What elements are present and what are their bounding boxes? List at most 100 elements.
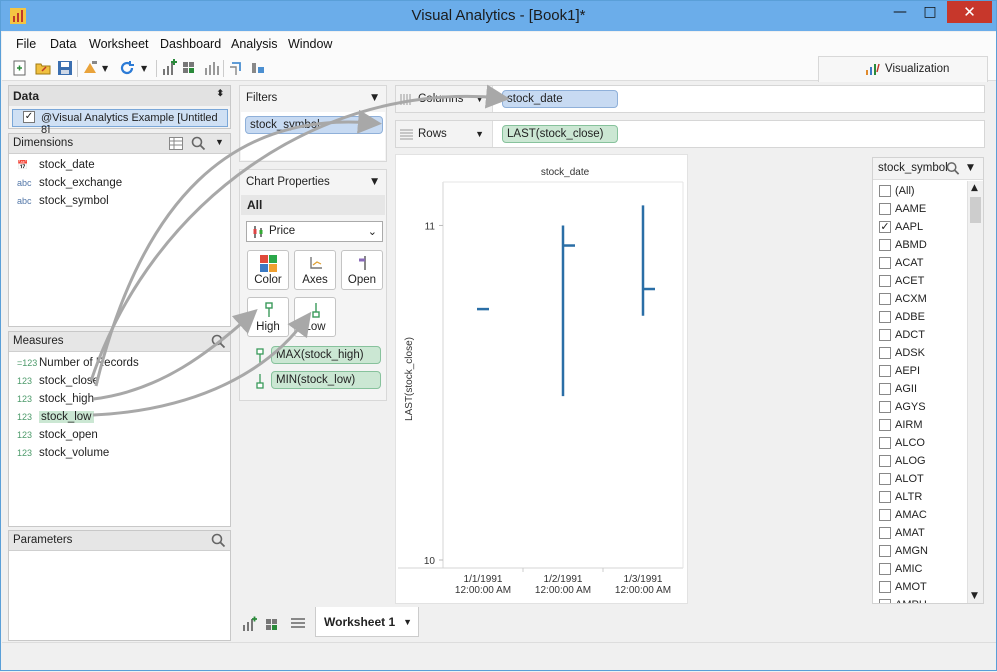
symbol-option[interactable]: ALCO — [873, 435, 967, 453]
new-dashboard-icon[interactable] — [181, 59, 199, 77]
new-worksheet-icon[interactable] — [160, 59, 178, 77]
measure-item[interactable]: 123 stock_open — [17, 426, 98, 444]
symbol-option[interactable]: ALTR — [873, 489, 967, 507]
symbol-option[interactable]: AAME — [873, 201, 967, 219]
checkbox-icon[interactable] — [879, 239, 891, 251]
dimension-item[interactable]: abc stock_symbol — [17, 192, 109, 210]
all-marks-tab[interactable]: All — [241, 195, 385, 215]
checkbox-icon[interactable] — [879, 383, 891, 395]
table-view-icon[interactable] — [169, 137, 183, 150]
checkbox-icon[interactable] — [879, 347, 891, 359]
symbol-option[interactable]: AMAT — [873, 525, 967, 543]
checkbox-icon[interactable] — [879, 203, 891, 215]
refresh-icon[interactable] — [118, 59, 136, 77]
measure-item[interactable]: =123 Number of Records — [17, 354, 139, 372]
checkbox-icon[interactable] — [879, 509, 891, 521]
menu-data[interactable]: Data — [50, 37, 76, 51]
checkbox-icon[interactable] — [879, 527, 891, 539]
scrollbar-thumb[interactable] — [970, 197, 981, 223]
symbol-option[interactable]: AIRM — [873, 417, 967, 435]
high-field-pill[interactable]: MAX(stock_high) — [271, 346, 381, 364]
low-button[interactable]: Low — [294, 297, 336, 337]
search-icon[interactable] — [946, 161, 960, 176]
symbol-option[interactable]: ACAT — [873, 255, 967, 273]
maximize-button[interactable]: □ — [915, 1, 945, 23]
low-field-pill[interactable]: MIN(stock_low) — [271, 371, 381, 389]
mark-type-select[interactable]: Price ⌄ — [246, 221, 383, 242]
symbol-option[interactable]: (All) — [873, 183, 967, 201]
measure-item[interactable]: 123 stock_close — [17, 372, 99, 390]
visualization-tab[interactable]: Visualization — [818, 56, 988, 82]
checkbox-icon[interactable] — [879, 293, 891, 305]
run-icon[interactable] — [81, 59, 99, 77]
menu-window[interactable]: Window — [288, 37, 332, 51]
checkbox-icon[interactable] — [879, 491, 891, 503]
new-worksheet-icon[interactable] — [242, 616, 258, 632]
rows-menu-chevron-icon[interactable]: ▼ — [475, 129, 484, 139]
symbol-option[interactable]: ✓ AAPL — [873, 219, 967, 237]
sort-arrows-icon[interactable]: ⬍ — [216, 88, 224, 99]
measure-item-selected[interactable]: 123 stock_low — [17, 408, 94, 426]
measure-item[interactable]: 123 stock_high — [17, 390, 94, 408]
symbol-option[interactable]: AMGN — [873, 543, 967, 561]
checked-checkbox-icon[interactable]: ✓ — [879, 221, 891, 233]
filters-menu-chevron-icon[interactable]: ▼ — [371, 93, 378, 103]
symbol-option[interactable]: ADCT — [873, 327, 967, 345]
open-button[interactable]: Open — [341, 250, 383, 290]
columns-menu-chevron-icon[interactable]: ▼ — [475, 94, 484, 104]
symbol-list-scrollbar[interactable]: ▲ ▼ — [967, 181, 983, 603]
symbol-option[interactable]: AEPI — [873, 363, 967, 381]
checkbox-icon[interactable] — [879, 437, 891, 449]
checkbox-icon[interactable] — [879, 419, 891, 431]
new-workbook-icon[interactable] — [11, 59, 29, 77]
search-icon[interactable] — [211, 533, 226, 548]
symbol-option[interactable]: ACXM — [873, 291, 967, 309]
save-icon[interactable] — [56, 59, 74, 77]
worksheet-tab[interactable]: Worksheet 1 ▼ — [315, 607, 419, 637]
symbol-filter-menu-chevron-icon[interactable]: ▼ — [967, 163, 974, 173]
checkbox-icon[interactable] — [879, 581, 891, 593]
checkbox-icon[interactable] — [879, 365, 891, 377]
checkbox-icon[interactable] — [879, 473, 891, 485]
menu-worksheet[interactable]: Worksheet — [89, 37, 149, 51]
search-icon[interactable] — [191, 136, 206, 151]
minimize-button[interactable]: — — [885, 1, 915, 23]
checkbox-icon[interactable] — [879, 311, 891, 323]
checkbox-icon[interactable] — [879, 329, 891, 341]
checkbox-icon[interactable] — [879, 257, 891, 269]
dimension-item[interactable]: abc stock_exchange — [17, 174, 122, 192]
sort-icon[interactable] — [249, 59, 267, 77]
menu-dashboard[interactable]: Dashboard — [160, 37, 221, 51]
symbol-option[interactable]: ABMD — [873, 237, 967, 255]
symbol-option[interactable]: ACET — [873, 273, 967, 291]
scroll-up-icon[interactable]: ▲ — [971, 183, 978, 193]
symbol-option[interactable]: AMAC — [873, 507, 967, 525]
columns-pill-stock-date[interactable]: stock_date — [502, 90, 618, 108]
new-dashboard-icon[interactable] — [265, 616, 281, 632]
close-button[interactable]: ✕ — [947, 1, 992, 23]
checkbox-icon[interactable] — [879, 185, 891, 197]
dimensions-menu-chevron-icon[interactable]: ▼ — [215, 137, 224, 147]
high-button[interactable]: High — [247, 297, 289, 337]
symbol-option[interactable]: AMIC — [873, 561, 967, 579]
worksheet-tab-chevron-icon[interactable]: ▼ — [403, 617, 412, 627]
chart-icon[interactable] — [202, 59, 220, 77]
filter-pill-stock-symbol[interactable]: stock_symbol — [245, 116, 383, 134]
rows-pill-last-stock-close[interactable]: LAST(stock_close) — [502, 125, 618, 143]
swap-icon[interactable] — [228, 59, 246, 77]
checkbox-icon[interactable] — [879, 401, 891, 413]
dimension-item[interactable]: 📅 stock_date — [17, 156, 95, 174]
menu-analysis[interactable]: Analysis — [231, 37, 278, 51]
datasource-item[interactable]: ✓ @Visual Analytics Example [Untitled 8] — [12, 109, 228, 136]
rows-shelf[interactable]: Rows ▼ LAST(stock_close) — [395, 120, 985, 148]
chart-properties-menu-chevron-icon[interactable]: ▼ — [371, 177, 378, 187]
checkbox-icon[interactable] — [879, 563, 891, 575]
color-button[interactable]: Color — [247, 250, 289, 290]
checkbox-icon[interactable] — [879, 275, 891, 287]
open-folder-icon[interactable] — [34, 59, 52, 77]
checkbox-icon[interactable] — [879, 455, 891, 467]
sheet-list-icon[interactable] — [290, 617, 306, 631]
price-chart[interactable]: stock_dateLAST(stock_close)10111/1/19911… — [396, 155, 689, 605]
symbol-option[interactable]: AMOT — [873, 579, 967, 597]
menu-file[interactable]: File — [16, 37, 36, 51]
